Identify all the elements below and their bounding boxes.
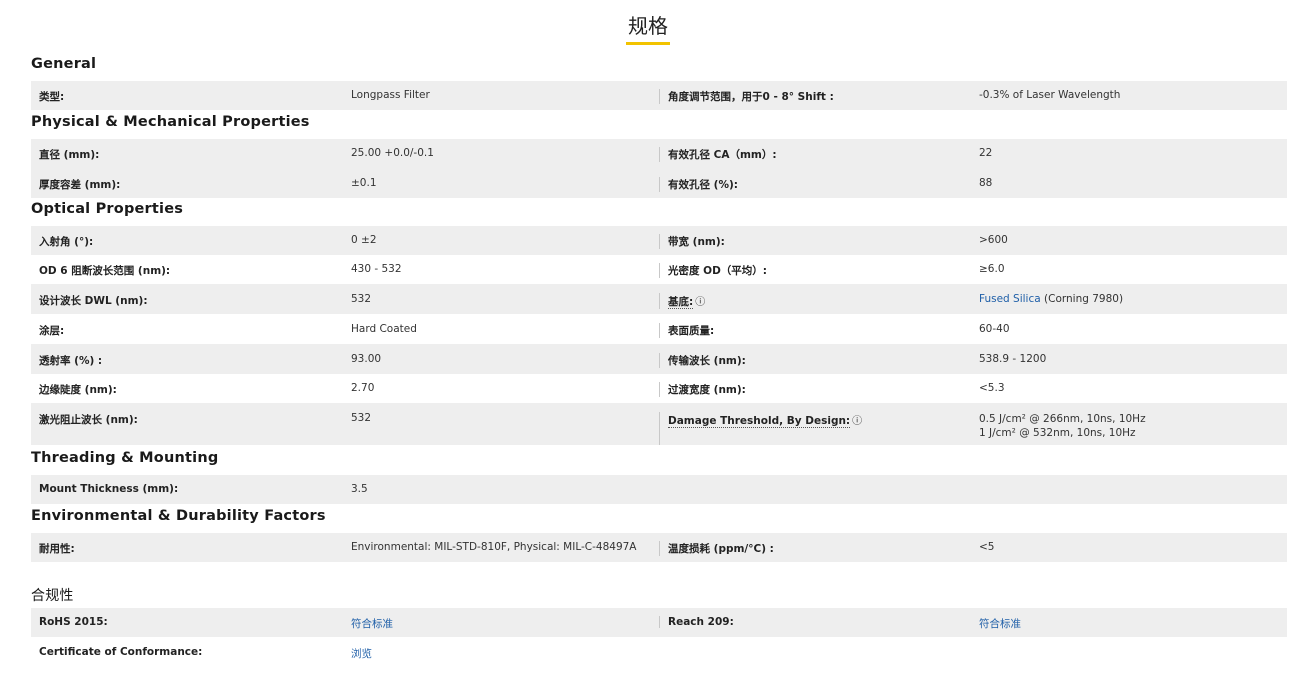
- spec-label: 耐用性:: [39, 543, 75, 555]
- spec-value: 2.70: [351, 382, 375, 394]
- spec-label: 带宽 (nm):: [659, 234, 971, 249]
- section-heading-compliance: 合规性: [31, 588, 74, 604]
- spec-value: <5: [979, 541, 995, 553]
- spec-label: Reach 209:: [659, 616, 971, 628]
- spec-value: 93.00: [351, 353, 382, 365]
- spec-value: 88: [979, 177, 993, 189]
- spec-row: 设计波长 DWL (nm): 532 基底: ⓘ Fused Silica (Co…: [31, 284, 1287, 314]
- spec-row: 厚度容差 (mm): ±0.1 有效孔径 (%): 88: [31, 169, 1287, 198]
- spec-label: 入射角 (°):: [39, 236, 94, 248]
- spec-value: 3.5: [351, 483, 368, 495]
- damage-threshold-value-266: 0.5 J/cm² @ 266nm, 10ns, 10Hz: [979, 413, 1146, 425]
- spec-value: Longpass Filter: [351, 89, 430, 101]
- section-heading-general: General: [31, 56, 97, 72]
- page-title: 规格: [626, 10, 670, 45]
- spec-value: 25.00 +0.0/-0.1: [351, 147, 434, 159]
- spec-label: Certificate of Conformance:: [39, 646, 203, 658]
- spec-label: 角度调节范围，用于0 - 8° Shift :: [659, 89, 971, 104]
- spec-row: 边缘陡度 (nm): 2.70 过渡宽度 (nm): <5.3: [31, 374, 1287, 403]
- spec-row: 激光阻止波长 (nm): 532 Damage Threshold, By De…: [31, 403, 1287, 445]
- spec-value: 符合标准: [343, 616, 659, 631]
- spec-label: 表面质量:: [659, 323, 971, 338]
- section-heading-physical: Physical & Mechanical Properties: [31, 114, 310, 130]
- spec-label: 传输波长 (nm):: [659, 353, 971, 368]
- section-heading-threading: Threading & Mounting: [31, 450, 219, 466]
- spec-value: 60-40: [979, 323, 1010, 335]
- spec-label: 有效孔径 (%):: [659, 177, 971, 192]
- spec-row: 类型: Longpass Filter 角度调节范围，用于0 - 8° Shif…: [31, 81, 1287, 110]
- rohs-compliance-link[interactable]: 符合标准: [351, 618, 393, 630]
- spec-value: 430 - 532: [351, 263, 402, 275]
- section-heading-environmental: Environmental & Durability Factors: [31, 508, 326, 524]
- spec-row: 透射率 (%) : 93.00 传输波长 (nm): 538.9 - 1200: [31, 344, 1287, 374]
- spec-value: 532: [351, 412, 372, 424]
- reach-compliance-link[interactable]: 符合标准: [979, 618, 1021, 630]
- spec-row: Mount Thickness (mm): 3.5: [31, 475, 1287, 504]
- spec-row: 入射角 (°): 0 ±2 带宽 (nm): >600: [31, 226, 1287, 255]
- spec-row: 涂层: Hard Coated 表面质量: 60-40: [31, 314, 1287, 344]
- spec-label: 设计波长 DWL (nm):: [39, 295, 148, 307]
- certificate-view-link[interactable]: 浏览: [351, 648, 372, 660]
- spec-value: 符合标准: [971, 616, 1287, 631]
- spec-value: Environmental: MIL-STD-810F, Physical: M…: [351, 541, 637, 553]
- spec-value: -0.3% of Laser Wavelength: [979, 89, 1121, 101]
- spec-row: 耐用性: Environmental: MIL-STD-810F, Physic…: [31, 533, 1287, 562]
- damage-threshold-value-532: 1 J/cm² @ 532nm, 10ns, 10Hz: [979, 427, 1136, 439]
- spec-label: 激光阻止波长 (nm):: [39, 414, 138, 426]
- spec-value: Fused Silica (Corning 7980): [971, 293, 1287, 305]
- spec-value: ≥6.0: [979, 263, 1005, 275]
- spec-label: Mount Thickness (mm):: [39, 483, 179, 495]
- spec-value: 0 ±2: [351, 234, 377, 246]
- spec-label: 直径 (mm):: [39, 149, 100, 161]
- substrate-detail: (Corning 7980): [1040, 293, 1124, 305]
- spec-value: 538.9 - 1200: [979, 353, 1047, 365]
- info-icon[interactable]: ⓘ: [852, 412, 862, 427]
- spec-label: 透射率 (%) :: [39, 355, 103, 367]
- fused-silica-link[interactable]: Fused Silica: [979, 293, 1041, 305]
- substrate-label-cell: 基底: ⓘ: [659, 293, 971, 309]
- damage-threshold-tooltip-label[interactable]: Damage Threshold, By Design:: [668, 415, 851, 428]
- spec-label: 温度损耗 (ppm/°C) :: [659, 541, 971, 556]
- spec-label: RoHS 2015:: [39, 616, 108, 628]
- spec-label: 有效孔径 CA（mm）:: [659, 147, 971, 162]
- spec-value: 浏览: [343, 646, 659, 661]
- spec-value: 22: [979, 147, 993, 159]
- spec-value: <5.3: [979, 382, 1005, 394]
- spec-label: 过渡宽度 (nm):: [659, 382, 971, 397]
- spec-label: OD 6 阻断波长范围 (nm):: [39, 265, 171, 277]
- spec-label: 涂层:: [39, 325, 65, 337]
- spec-label: 厚度容差 (mm):: [39, 179, 121, 191]
- spec-label: 边缘陡度 (nm):: [39, 384, 117, 396]
- spec-label: 光密度 OD（平均）:: [659, 263, 971, 278]
- spec-row: RoHS 2015: 符合标准 Reach 209: 符合标准: [31, 608, 1287, 637]
- section-heading-optical: Optical Properties: [31, 201, 184, 217]
- damage-threshold-label-cell: Damage Threshold, By Design: ⓘ: [659, 412, 971, 445]
- spec-row: Certificate of Conformance: 浏览: [31, 637, 1287, 667]
- spec-value: 532: [351, 293, 372, 305]
- spec-row: 直径 (mm): 25.00 +0.0/-0.1 有效孔径 CA（mm）: 22: [31, 139, 1287, 169]
- damage-threshold-values: 0.5 J/cm² @ 266nm, 10ns, 10Hz 1 J/cm² @ …: [971, 412, 1287, 440]
- spec-value: >600: [979, 234, 1008, 246]
- spec-row: OD 6 阻断波长范围 (nm): 430 - 532 光密度 OD（平均）: …: [31, 255, 1287, 284]
- spec-label: 类型:: [39, 91, 65, 103]
- substrate-tooltip-label[interactable]: 基底:: [668, 296, 694, 309]
- info-icon[interactable]: ⓘ: [695, 293, 705, 308]
- spec-value: Hard Coated: [351, 323, 417, 335]
- spec-value: ±0.1: [351, 177, 377, 189]
